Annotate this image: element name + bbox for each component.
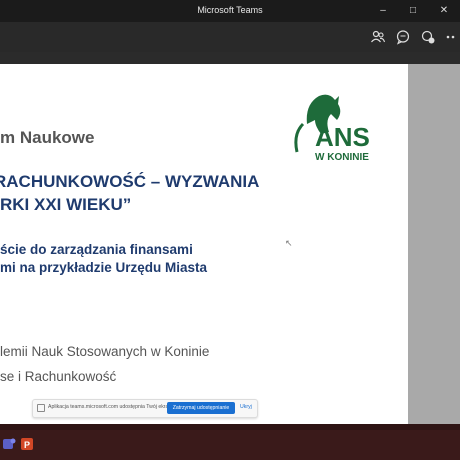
hide-button[interactable]: Ukryj (240, 404, 252, 410)
powerpoint-taskbar-icon[interactable]: P (20, 437, 34, 451)
svg-text:ANS: ANS (315, 122, 370, 152)
teams-taskbar-icon[interactable] (2, 437, 16, 451)
more-icon[interactable] (445, 29, 460, 45)
title-bar: Microsoft Teams – □ ✕ (0, 0, 460, 22)
slide-title-line1: RACHUNKOWOŚĆ – WYZWANIA (0, 172, 260, 191)
slide-title-line2: RKI XXI WIEKU” (0, 195, 132, 214)
slide-institution-line2: se i Rachunkowość (0, 369, 117, 384)
share-message: Aplikacja teams.microsoft.com udostępnia… (48, 404, 173, 410)
right-side-panel (408, 64, 460, 424)
stop-sharing-button[interactable]: Zatrzymaj udostępnianie (167, 402, 235, 414)
svg-text:W KONINIE: W KONINIE (315, 152, 369, 163)
mouse-cursor-icon: ↖ (285, 238, 293, 248)
slide-institution-line1: lemii Nauk Stosowanych w Koninie (0, 344, 210, 359)
slide-subtitle-line1: ście do zarządzania finansami (0, 242, 193, 257)
ans-logo: ANS W KONINIE (294, 94, 370, 163)
minimize-icon[interactable]: – (375, 3, 391, 19)
chat-icon[interactable] (395, 29, 411, 45)
screen-share-notification: Aplikacja teams.microsoft.com udostępnia… (32, 399, 258, 418)
people-icon[interactable] (370, 29, 386, 45)
slide-heading: m Naukowe (0, 128, 95, 147)
maximize-icon[interactable]: □ (405, 3, 421, 19)
meeting-toolbar (0, 22, 460, 53)
screen-share-icon (37, 404, 45, 412)
shared-screen-stage: ANS W KONINIE m Naukowe RACHUNKOWOŚĆ – W… (0, 52, 460, 424)
taskbar-app-strip (0, 430, 460, 460)
svg-text:P: P (24, 440, 30, 450)
slide-subtitle-line2: mi na przykładzie Urzędu Miasta (0, 260, 208, 275)
close-icon[interactable]: ✕ (436, 3, 452, 19)
presentation-slide: ANS W KONINIE m Naukowe RACHUNKOWOŚĆ – W… (0, 64, 408, 424)
reactions-icon[interactable] (420, 29, 436, 45)
window-title: Microsoft Teams (197, 5, 263, 15)
